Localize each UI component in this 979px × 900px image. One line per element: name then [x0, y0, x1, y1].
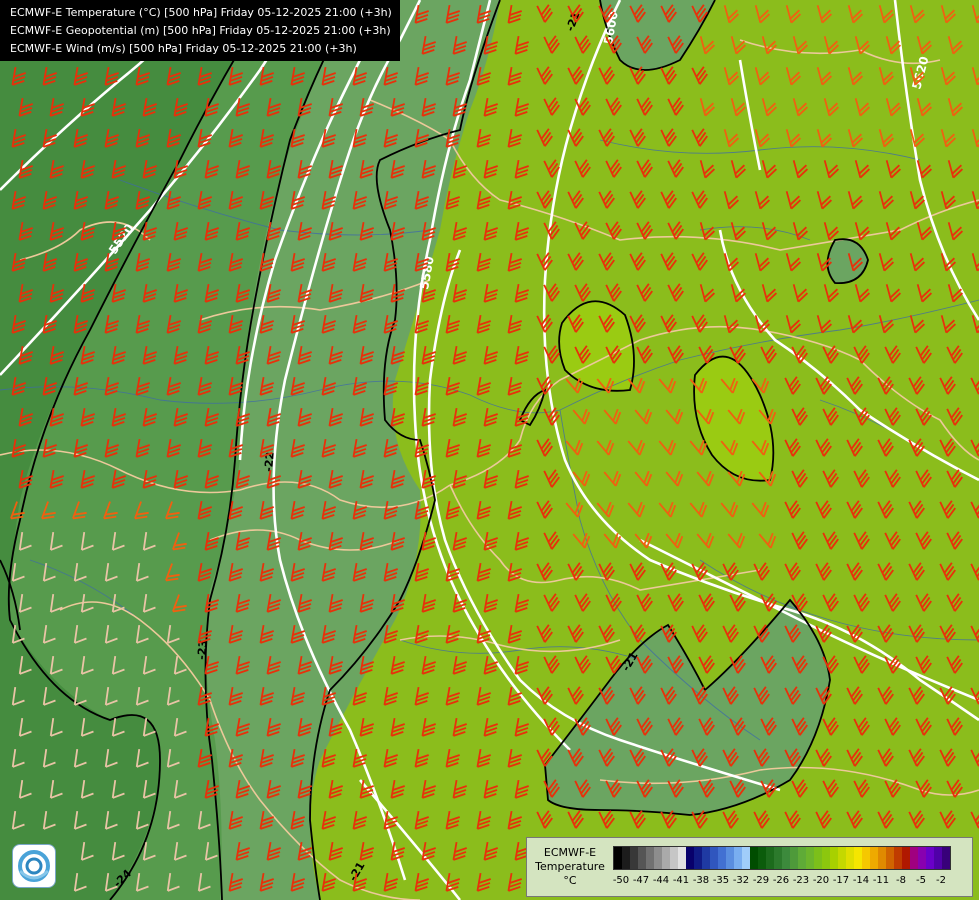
legend-tick-label: -41 — [672, 875, 690, 886]
legend-swatch — [646, 847, 654, 869]
legend-swatch — [942, 847, 950, 869]
logo-icon — [12, 844, 56, 888]
legend-tick-label: -2 — [936, 875, 946, 886]
legend-swatch — [630, 847, 638, 869]
legend-ticks: -50 -47 -44 -41 -38 -35 -32 -29 -26 -23 -20 -17 -14-… — [613, 875, 969, 891]
map-header: ECMWF-E Temperature (°C) [500 hPa] Frida… — [0, 0, 400, 61]
legend-tick-label: -5 — [916, 875, 926, 886]
legend-swatch — [934, 847, 942, 869]
legend-swatch — [790, 847, 798, 869]
legend-swatch — [806, 847, 814, 869]
temperature-legend: ECMWF-E Temperature °C -50 -47 -44 -41 -38 -3… — [526, 837, 973, 897]
legend-tick-label: -35 — [712, 875, 730, 886]
legend-tick-label: -8 — [896, 875, 906, 886]
legend-swatch — [846, 847, 854, 869]
legend-tick-label: -50 — [612, 875, 630, 886]
legend-swatch — [918, 847, 926, 869]
legend-swatch — [614, 847, 622, 869]
legend-swatch — [894, 847, 902, 869]
legend-tick-label: -32 — [732, 875, 750, 886]
legend-swatch — [670, 847, 678, 869]
legend-tick-label: -20 — [812, 875, 830, 886]
legend-swatch — [710, 847, 718, 869]
legend-tick-label: -17 — [832, 875, 850, 886]
legend-tick-label: -47 — [632, 875, 650, 886]
legend-swatch — [734, 847, 742, 869]
legend-swatch — [798, 847, 806, 869]
legend-swatch — [654, 847, 662, 869]
legend-swatch — [926, 847, 934, 869]
legend-swatch — [622, 847, 630, 869]
legend-tick-label: -38 — [692, 875, 710, 886]
legend-tick-label: -11 — [872, 875, 890, 886]
legend-swatch — [726, 847, 734, 869]
legend-swatch — [782, 847, 790, 869]
legend-swatch — [830, 847, 838, 869]
legend-swatch — [742, 847, 750, 869]
legend-swatch — [686, 847, 694, 869]
legend-swatch — [694, 847, 702, 869]
legend-swatch — [758, 847, 766, 869]
header-wind-line: ECMWF-E Wind (m/s) [500 hPa] Friday 05-1… — [10, 42, 357, 55]
legend-unit: °C — [563, 874, 577, 887]
legend-tick-label: -44 — [652, 875, 670, 886]
legend-title-line2: Temperature — [535, 860, 605, 873]
legend-tick-label: -26 — [772, 875, 790, 886]
legend-swatch — [678, 847, 686, 869]
legend-swatch — [886, 847, 894, 869]
legend-swatch — [702, 847, 710, 869]
legend-swatch — [878, 847, 886, 869]
legend-swatch — [862, 847, 870, 869]
legend-swatch — [910, 847, 918, 869]
legend-swatch — [822, 847, 830, 869]
legend-swatch — [774, 847, 782, 869]
header-temperature-line: ECMWF-E Temperature (°C) [500 hPa] Frida… — [10, 6, 392, 19]
legend-swatch — [854, 847, 862, 869]
weather-map: 5520 5580 5600 5620 -21 -22 -24 -21 -23 … — [0, 0, 979, 900]
legend-swatch — [718, 847, 726, 869]
legend-tick-label: -23 — [792, 875, 810, 886]
legend-swatch — [902, 847, 910, 869]
legend-swatch — [750, 847, 758, 869]
legend-title: ECMWF-E Temperature °C — [531, 846, 609, 888]
header-geopotential-line: ECMWF-E Geopotential (m) [500 hPa] Frida… — [10, 24, 391, 37]
legend-swatch — [838, 847, 846, 869]
legend-title-line1: ECMWF-E — [543, 846, 597, 859]
legend-tick-label: -29 — [752, 875, 770, 886]
legend-swatch — [662, 847, 670, 869]
legend-swatches — [613, 846, 951, 870]
legend-swatch — [870, 847, 878, 869]
legend-swatch — [766, 847, 774, 869]
legend-tick-label: -14 — [852, 875, 870, 886]
legend-swatch — [638, 847, 646, 869]
legend-swatch — [814, 847, 822, 869]
